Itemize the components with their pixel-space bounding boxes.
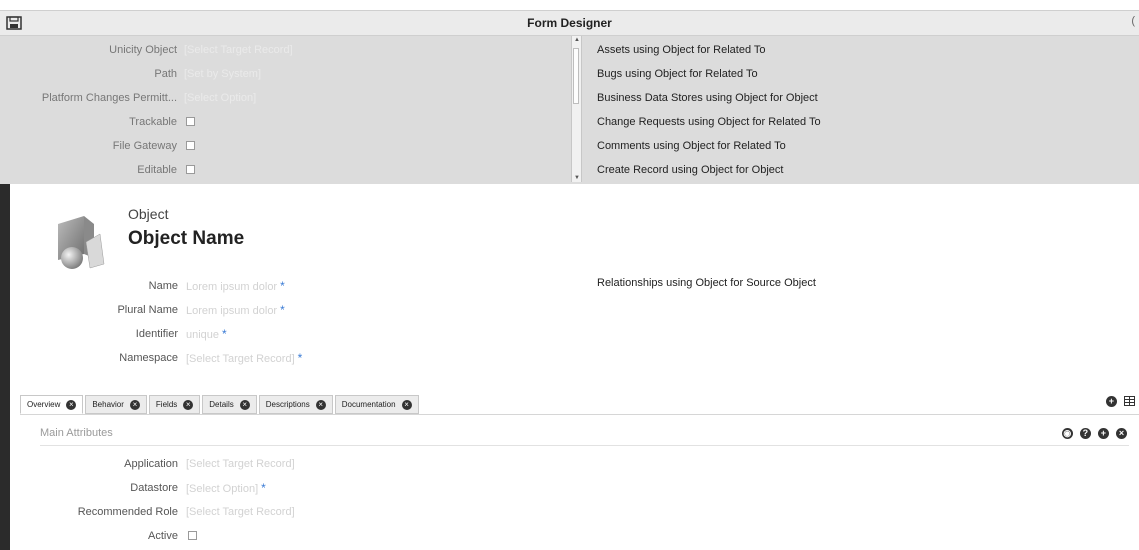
relationships-link[interactable]: Relationships using Object for Source Ob… <box>597 277 816 289</box>
window-title: Form Designer <box>527 16 612 30</box>
remove-section-icon[interactable]: × <box>1116 427 1127 439</box>
related-item[interactable]: Create Record using Object for Object <box>597 160 783 180</box>
add-section-icon[interactable]: + <box>1097 427 1109 439</box>
record-name: Object Name <box>128 228 245 249</box>
close-icon[interactable]: ( <box>1131 15 1135 27</box>
path-input: [Set by System] <box>184 68 262 80</box>
close-tab-icon[interactable]: × <box>239 399 250 410</box>
file-gateway-checkbox[interactable] <box>186 141 195 150</box>
add-tab-icon[interactable]: + <box>1105 395 1117 407</box>
related-item[interactable]: Change Requests using Object for Related… <box>597 112 821 132</box>
related-item[interactable]: Business Data Stores using Object for Ob… <box>597 88 818 108</box>
required-marker: * <box>280 303 285 317</box>
editable-checkbox[interactable] <box>186 165 195 174</box>
datastore-select[interactable]: [Select Option] * <box>186 478 266 499</box>
name-input[interactable]: Lorem ipsum dolor * <box>186 276 285 297</box>
overlay-form: Unicity Object [Select Target Record] Pa… <box>0 36 1139 184</box>
scroll-thumb[interactable] <box>573 48 579 104</box>
tab-documentation[interactable]: Documentation × <box>334 395 419 414</box>
eye-icon[interactable]: ◉ <box>1061 427 1073 439</box>
tab-descriptions[interactable]: Descriptions × <box>258 395 333 414</box>
tab-overview[interactable]: Overview × <box>20 395 84 414</box>
scroll-down-icon[interactable]: ▼ <box>574 175 580 181</box>
tab-details[interactable]: Details × <box>202 395 257 414</box>
tab-behavior[interactable]: Behavior × <box>85 395 147 414</box>
grid-layout-icon[interactable] <box>1124 396 1135 407</box>
namespace-input[interactable]: [Select Target Record] * <box>186 348 302 369</box>
related-item[interactable]: Comments using Object for Related To <box>597 136 786 156</box>
close-tab-icon[interactable]: × <box>401 399 412 410</box>
plural-name-input[interactable]: Lorem ipsum dolor * <box>186 300 285 321</box>
related-item[interactable]: Assets using Object for Related To <box>597 40 766 60</box>
help-icon[interactable]: ? <box>1079 427 1091 439</box>
close-tab-icon[interactable]: × <box>66 399 77 410</box>
active-checkbox[interactable] <box>188 531 197 540</box>
application-input[interactable]: [Select Target Record] <box>186 454 295 474</box>
required-marker: * <box>297 351 303 365</box>
section-title: Main Attributes <box>40 427 113 439</box>
related-list-scrollbar[interactable]: ▲ ▼ <box>571 36 582 182</box>
trackable-checkbox[interactable] <box>186 117 195 126</box>
related-item[interactable]: Bugs using Object for Related To <box>597 64 758 84</box>
section-divider <box>40 445 1129 446</box>
required-marker: * <box>261 481 266 495</box>
identifier-input[interactable]: unique * <box>186 324 227 345</box>
record-type-label: Object <box>128 206 169 222</box>
platform-changes-select[interactable]: [Select Option] <box>184 88 256 108</box>
tab-actions: + <box>1102 395 1135 407</box>
tab-bar: Overview × Behavior × Fields × Details × Des… <box>20 395 421 414</box>
section-actions: ◉ ? + × <box>1058 427 1127 439</box>
close-tab-icon[interactable]: × <box>315 399 326 410</box>
scroll-up-icon[interactable]: ▲ <box>574 37 580 43</box>
recommended-role-input[interactable]: [Select Target Record] <box>186 502 295 522</box>
unicity-object-input[interactable]: [Select Target Record] <box>184 40 293 60</box>
required-marker: * <box>280 279 285 293</box>
form-designer-titlebar: Form Designer ( <box>0 10 1139 36</box>
object-shapes-icon <box>58 216 105 269</box>
tab-fields[interactable]: Fields × <box>148 395 201 414</box>
object-panel: Object Object Name Name Lorem ipsum dolo… <box>0 184 1139 550</box>
close-tab-icon[interactable]: × <box>129 399 140 410</box>
close-tab-icon[interactable]: × <box>183 399 194 410</box>
required-marker: * <box>222 327 227 341</box>
tab-divider <box>20 414 1139 415</box>
